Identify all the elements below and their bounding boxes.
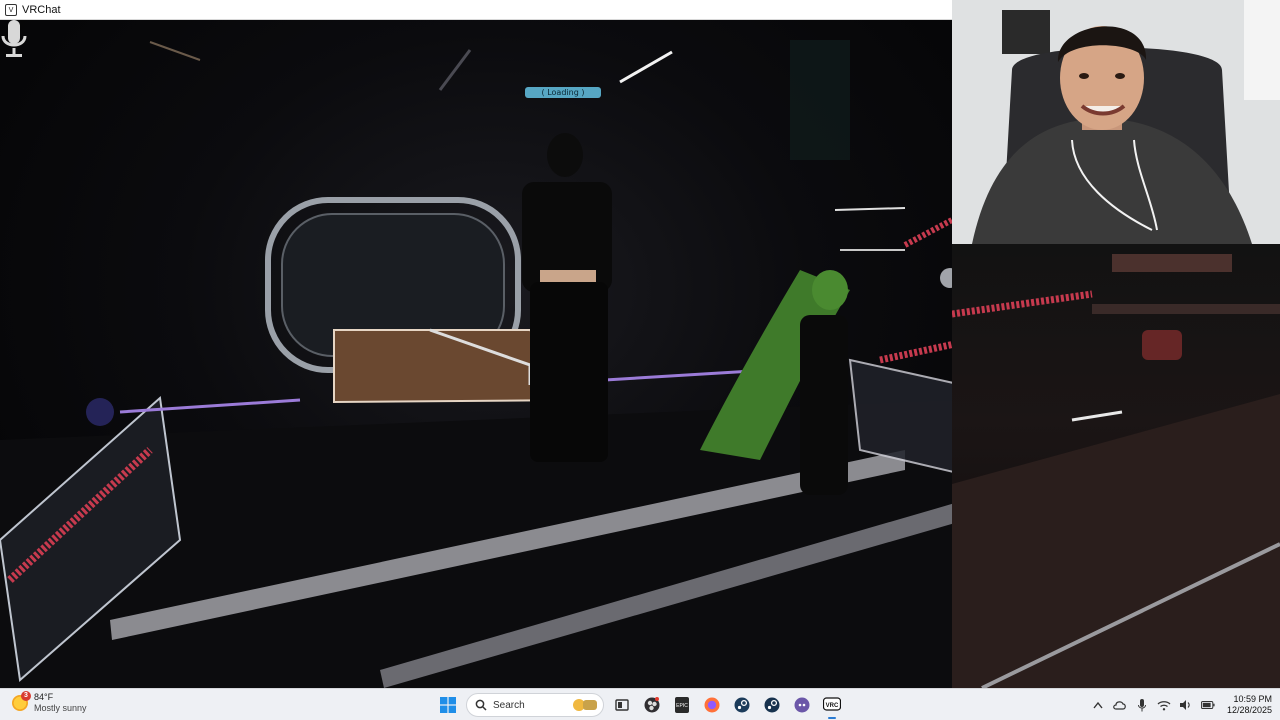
vrchat-window[interactable]: V VRChat (Loading) — [0, 0, 952, 688]
avatar-nameplate: ( Loading ) — [525, 87, 601, 98]
window-titlebar[interactable]: V VRChat — [0, 0, 952, 20]
sun-weather-icon: 3 — [12, 691, 31, 711]
search-icon — [475, 699, 487, 711]
taskbar-clock[interactable]: 10:59 PM 12/28/2025 — [1227, 694, 1272, 716]
wall-light — [834, 207, 906, 211]
door — [1244, 0, 1280, 100]
weather-temperature: 84°F — [34, 692, 54, 702]
top-tinsel — [903, 217, 952, 248]
epic-games-icon[interactable]: EPIC — [670, 693, 694, 717]
windows-start-icon[interactable] — [436, 693, 460, 717]
avatar-green-head — [812, 270, 848, 310]
battery-icon[interactable] — [1200, 698, 1215, 712]
wifi-icon[interactable] — [1157, 698, 1171, 712]
window-title: VRChat — [22, 3, 61, 16]
floor-light-strip — [119, 398, 301, 414]
webcam-person — [952, 0, 1280, 244]
ceiling-light — [619, 50, 673, 84]
volume-icon[interactable] — [1179, 698, 1193, 712]
cloud-icon[interactable] — [1113, 698, 1127, 712]
game-viewport[interactable]: ( Loading ) — [0, 20, 952, 688]
weather-condition: Mostly sunny — [34, 703, 87, 713]
windows-taskbar: 3 84°F Mostly sunny Search EPIC VRC 10:5… — [0, 688, 1280, 720]
taskbar-center: Search EPIC VRC — [436, 692, 844, 719]
svg-text:EPIC: EPIC — [676, 703, 688, 709]
discord-like-icon[interactable] — [790, 693, 814, 717]
avatar-waist-skin — [540, 270, 596, 282]
steam-alt-icon[interactable] — [760, 693, 784, 717]
avatar-head — [547, 133, 583, 177]
orb-light — [940, 268, 952, 288]
steam-icon[interactable] — [730, 693, 754, 717]
webcam-feed — [952, 0, 1280, 244]
taskbar-search[interactable]: Search — [466, 693, 604, 717]
search-placeholder: Search — [493, 699, 525, 711]
avatar-green-body — [800, 315, 848, 495]
chevron-up-icon[interactable] — [1091, 698, 1105, 712]
task-view-icon[interactable] — [610, 693, 634, 717]
game-scene-right — [952, 254, 1280, 688]
svg-text:VRC: VRC — [826, 703, 839, 709]
back-wall-panel — [790, 40, 850, 160]
obs-icon[interactable] — [640, 693, 664, 717]
firefox-icon[interactable] — [700, 693, 724, 717]
vrchat-window-icon: V — [5, 3, 17, 16]
system-tray: 10:59 PM 12/28/2025 — [1091, 692, 1272, 718]
clock-time: 10:59 PM — [1233, 694, 1272, 704]
game-viewport-right[interactable] — [952, 244, 1280, 688]
game-scene — [0, 40, 952, 688]
search-highlight-icon — [573, 699, 597, 711]
microphone-tray-icon[interactable] — [1135, 698, 1149, 712]
right-tinsel — [879, 340, 952, 364]
wall-monitor — [1002, 10, 1050, 54]
ceiling-beam — [438, 49, 472, 91]
weather-widget[interactable]: 3 84°F Mostly sunny — [12, 691, 87, 714]
clock-date: 12/28/2025 — [1226, 705, 1272, 715]
avatar-black-legs — [530, 282, 608, 462]
vrchat-icon[interactable]: VRC — [820, 693, 844, 719]
ceiling-light — [149, 41, 201, 61]
orb-light — [86, 398, 114, 426]
microphone-icon — [1, 20, 27, 57]
weather-badge: 3 — [21, 691, 31, 701]
